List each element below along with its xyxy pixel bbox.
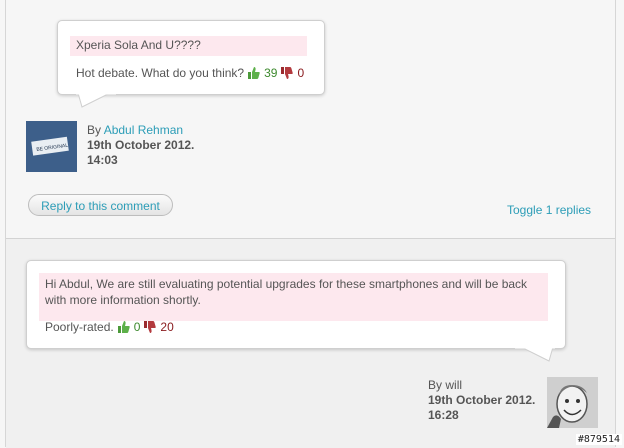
- thumbs-up-icon[interactable]: [117, 320, 131, 334]
- avatar[interactable]: BE ORIGINAL: [26, 121, 77, 172]
- by-label: By: [428, 378, 443, 392]
- comment-text: Hi Abdul, We are still evaluating potent…: [39, 273, 548, 321]
- rating-row: Poorly-rated. 0 20: [45, 320, 174, 334]
- thumbs-up-count: 39: [264, 66, 278, 80]
- thumbs-down-count: 20: [160, 320, 174, 334]
- avatar[interactable]: [547, 377, 598, 428]
- rating-row: Hot debate. What do you think? 39 0: [76, 66, 304, 80]
- author-link[interactable]: Abdul Rehman: [104, 123, 183, 137]
- rating-prompt: Hot debate. What do you think?: [76, 66, 245, 80]
- comment-time: 16:28: [428, 408, 459, 422]
- byline: By will 19th October 2012. 16:28: [428, 378, 535, 423]
- comment-date: 19th October 2012.: [428, 393, 536, 407]
- rating-label: Poorly-rated.: [45, 320, 114, 334]
- bubble-tail: [515, 347, 555, 362]
- comment-bubble: Xperia Sola And U???? Hot debate. What d…: [57, 20, 325, 108]
- thumbs-down-count: 0: [297, 66, 305, 80]
- thumbs-up-icon[interactable]: [247, 66, 261, 80]
- watermark-id: #879514: [575, 434, 622, 445]
- comment-date: 19th October 2012.: [87, 138, 195, 152]
- author-name: will: [445, 378, 463, 392]
- comment-block: Xperia Sola And U???? Hot debate. What d…: [6, 0, 615, 237]
- by-label: By: [87, 123, 102, 137]
- thumbs-down-icon[interactable]: [143, 320, 157, 334]
- comment-time: 14:03: [87, 153, 118, 167]
- bubble-tail: [76, 93, 116, 108]
- thumbs-down-icon[interactable]: [280, 66, 294, 80]
- byline: By Abdul Rehman 19th October 2012. 14:03: [87, 123, 194, 168]
- thumbs-up-count: 0: [133, 320, 141, 334]
- toggle-replies-link[interactable]: Toggle 1 replies: [507, 203, 591, 217]
- reply-comment-block: Hi Abdul, We are still evaluating potent…: [6, 238, 615, 448]
- comment-title: Xperia Sola And U????: [70, 36, 307, 56]
- reply-button[interactable]: Reply to this comment: [28, 194, 173, 216]
- comment-bubble: Hi Abdul, We are still evaluating potent…: [26, 260, 566, 362]
